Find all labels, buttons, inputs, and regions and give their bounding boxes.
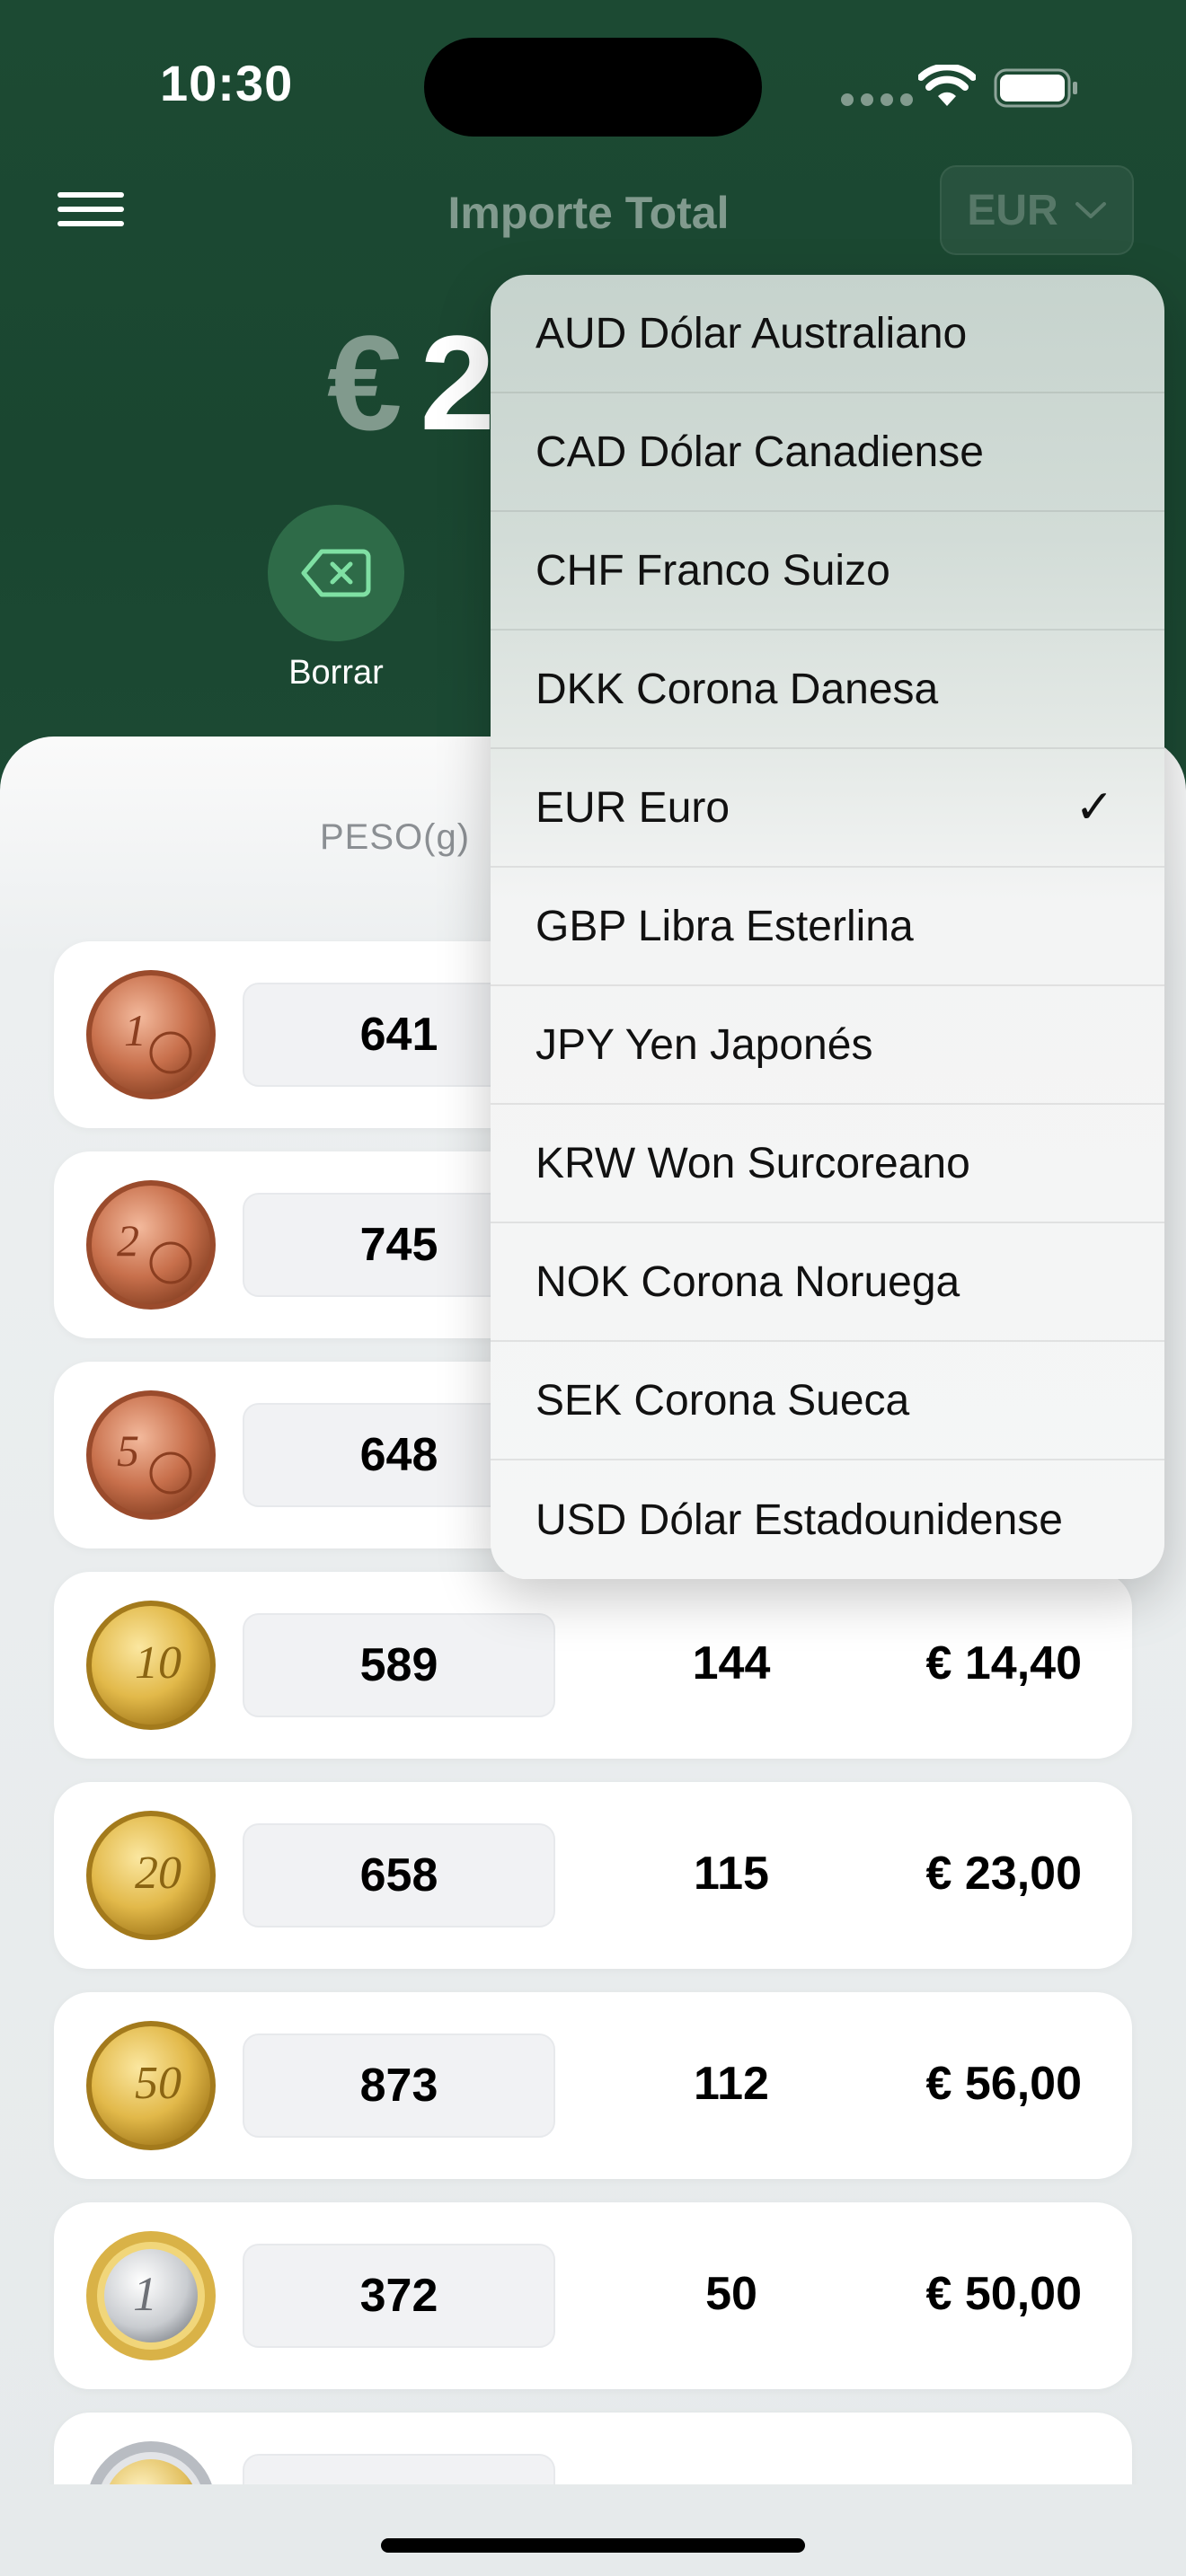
coin-count: 112 xyxy=(694,2058,769,2110)
currency-option-label: JPY Yen Japonés xyxy=(535,1020,873,1069)
chevron-down-icon xyxy=(1075,202,1106,218)
svg-text:5: 5 xyxy=(117,1425,139,1476)
coin-value: € 23,00 xyxy=(925,1848,1083,1900)
currency-option-label: GBP Libra Esterlina xyxy=(535,902,914,950)
2-cent-coin-icon: 2 xyxy=(84,1178,217,1311)
dynamic-island xyxy=(424,38,762,137)
status-time: 10:30 xyxy=(160,55,294,111)
total-amount: €2 xyxy=(327,305,495,461)
5-cent-coin-icon: 5 xyxy=(84,1389,217,1522)
20-cent-coin-icon: 20 xyxy=(84,1809,217,1942)
weight-input[interactable]: 658 xyxy=(243,1823,555,1928)
currency-option-label: CHF Franco Suizo xyxy=(535,546,890,595)
coin-count: 144 xyxy=(692,1637,771,1689)
svg-text:1: 1 xyxy=(124,1005,146,1055)
svg-text:1: 1 xyxy=(133,2267,157,2321)
1-euro-coin-icon: 1 xyxy=(84,2229,217,2362)
coin-value: € 56,00 xyxy=(925,2058,1083,2110)
currency-option-cad[interactable]: CAD Dólar Canadiense xyxy=(491,393,1164,512)
currency-option-usd[interactable]: USD Dólar Estadounidense xyxy=(491,1460,1164,1579)
coin-row: 20 658 115 € 23,00 xyxy=(54,1782,1132,1969)
wifi-icon xyxy=(917,63,977,114)
currency-dropdown-menu: AUD Dólar Australiano CAD Dólar Canadien… xyxy=(491,275,1164,1579)
svg-text:50: 50 xyxy=(135,2058,181,2109)
currency-option-sek[interactable]: SEK Corona Sueca xyxy=(491,1342,1164,1460)
bottom-safe-area xyxy=(0,2484,1186,2576)
currency-option-gbp[interactable]: GBP Libra Esterlina xyxy=(491,868,1164,986)
svg-text:2: 2 xyxy=(117,1215,139,1266)
coin-count: 50 xyxy=(705,2268,757,2320)
currency-option-label: CAD Dólar Canadiense xyxy=(535,428,984,476)
checkmark-icon: ✓ xyxy=(1075,781,1114,834)
currency-option-label: KRW Won Surcoreano xyxy=(535,1139,970,1187)
delete-backspace-icon xyxy=(301,549,371,597)
weight-input[interactable]: 589 xyxy=(243,1613,555,1717)
currency-option-krw[interactable]: KRW Won Surcoreano xyxy=(491,1105,1164,1223)
currency-option-label: USD Dólar Estadounidense xyxy=(535,1495,1063,1544)
currency-option-chf[interactable]: CHF Franco Suizo xyxy=(491,512,1164,631)
cellular-signal-icon xyxy=(841,93,913,106)
currency-option-label: DKK Corona Danesa xyxy=(535,665,939,713)
currency-selector-button[interactable]: EUR xyxy=(940,165,1134,255)
currency-option-label: NOK Corona Noruega xyxy=(535,1257,960,1306)
column-header-weight: PESO(g) xyxy=(320,817,471,857)
currency-option-label: EUR Euro xyxy=(535,783,730,832)
battery-icon xyxy=(994,68,1080,112)
coin-count: 115 xyxy=(694,1848,769,1900)
currency-option-aud[interactable]: AUD Dólar Australiano xyxy=(491,275,1164,393)
coin-row: 1 372 50 € 50,00 xyxy=(54,2202,1132,2389)
currency-option-label: SEK Corona Sueca xyxy=(535,1376,910,1425)
home-indicator[interactable] xyxy=(381,2538,805,2553)
coin-row: 10 589 144 € 14,40 xyxy=(54,1572,1132,1759)
currency-option-label: AUD Dólar Australiano xyxy=(535,309,968,357)
svg-text:20: 20 xyxy=(135,1848,181,1899)
currency-option-nok[interactable]: NOK Corona Noruega xyxy=(491,1223,1164,1342)
50-cent-coin-icon: 50 xyxy=(84,2019,217,2152)
currency-option-eur[interactable]: EUR Euro ✓ xyxy=(491,749,1164,868)
currency-selector-label: EUR xyxy=(967,186,1058,234)
currency-option-dkk[interactable]: DKK Corona Danesa xyxy=(491,631,1164,749)
total-amount-value: 2 xyxy=(420,307,495,458)
coin-value: € 14,40 xyxy=(925,1637,1083,1689)
clear-button-label: Borrar xyxy=(288,654,384,692)
total-currency-symbol: € xyxy=(327,307,403,458)
weight-input[interactable]: 372 xyxy=(243,2244,555,2348)
coin-value: € 50,00 xyxy=(925,2268,1083,2320)
10-cent-coin-icon: 10 xyxy=(84,1599,217,1732)
clear-button[interactable] xyxy=(268,505,404,641)
coin-row: 50 873 112 € 56,00 xyxy=(54,1992,1132,2179)
weight-input[interactable]: 873 xyxy=(243,2033,555,2138)
svg-text:10: 10 xyxy=(135,1637,181,1689)
1-cent-coin-icon: 1 xyxy=(84,968,217,1101)
currency-option-jpy[interactable]: JPY Yen Japonés xyxy=(491,986,1164,1105)
